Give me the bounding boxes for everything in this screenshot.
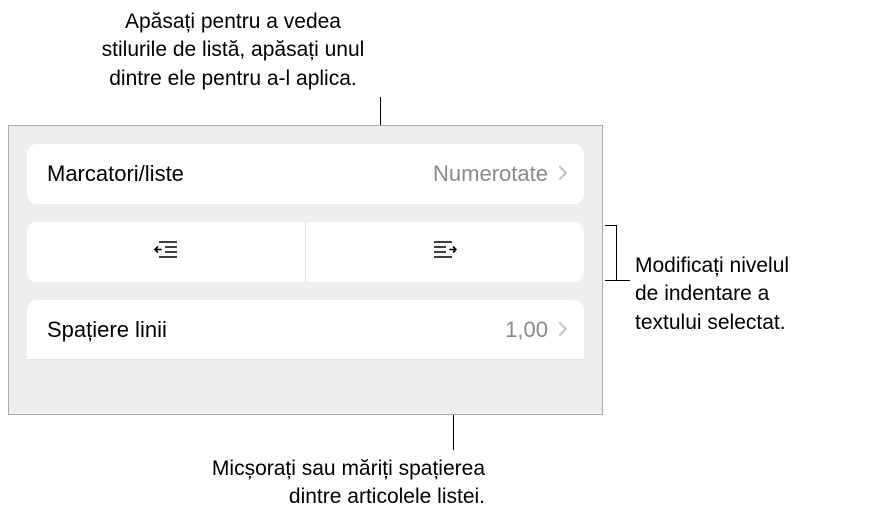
callout-text: dintre articolele listei.: [125, 483, 485, 511]
callout-list-styles: Apăsați pentru a vedea stilurile de list…: [48, 8, 418, 93]
decrease-indent-button[interactable]: [27, 222, 305, 282]
line-spacing-row[interactable]: Spațiere linii 1,00: [27, 300, 584, 360]
callout-text: stilurile de listă, apăsați unul: [48, 36, 418, 64]
chevron-right-icon: [558, 161, 568, 187]
callout-bracket: [605, 225, 617, 281]
callout-text: dintre ele pentru a-l aplica.: [48, 65, 418, 93]
decrease-indent-icon: [151, 238, 181, 266]
increase-indent-icon: [430, 238, 460, 266]
callout-leader: [617, 280, 630, 281]
callout-text: Apăsați pentru a vedea: [48, 8, 418, 36]
callout-text: Modificați nivelul: [635, 252, 865, 280]
callout-indent-level: Modificați nivelul de indentare a textul…: [635, 252, 865, 337]
indent-button-row: [27, 222, 584, 282]
callout-text: textului selectat.: [635, 309, 865, 337]
callout-line-spacing: Micșorați sau măriți spațierea dintre ar…: [125, 455, 485, 512]
line-spacing-value: 1,00: [505, 317, 548, 343]
bullets-lists-row[interactable]: Marcatori/liste Numerotate: [27, 144, 584, 204]
callout-text: de indentare a: [635, 280, 865, 308]
bullets-lists-label: Marcatori/liste: [47, 161, 433, 187]
increase-indent-button[interactable]: [305, 222, 584, 282]
callout-text: Micșorați sau măriți spațierea: [125, 455, 485, 483]
line-spacing-label: Spațiere linii: [47, 317, 505, 343]
format-panel: Marcatori/liste Numerotate: [8, 125, 603, 415]
bullets-lists-value: Numerotate: [433, 161, 548, 187]
chevron-right-icon: [558, 317, 568, 343]
